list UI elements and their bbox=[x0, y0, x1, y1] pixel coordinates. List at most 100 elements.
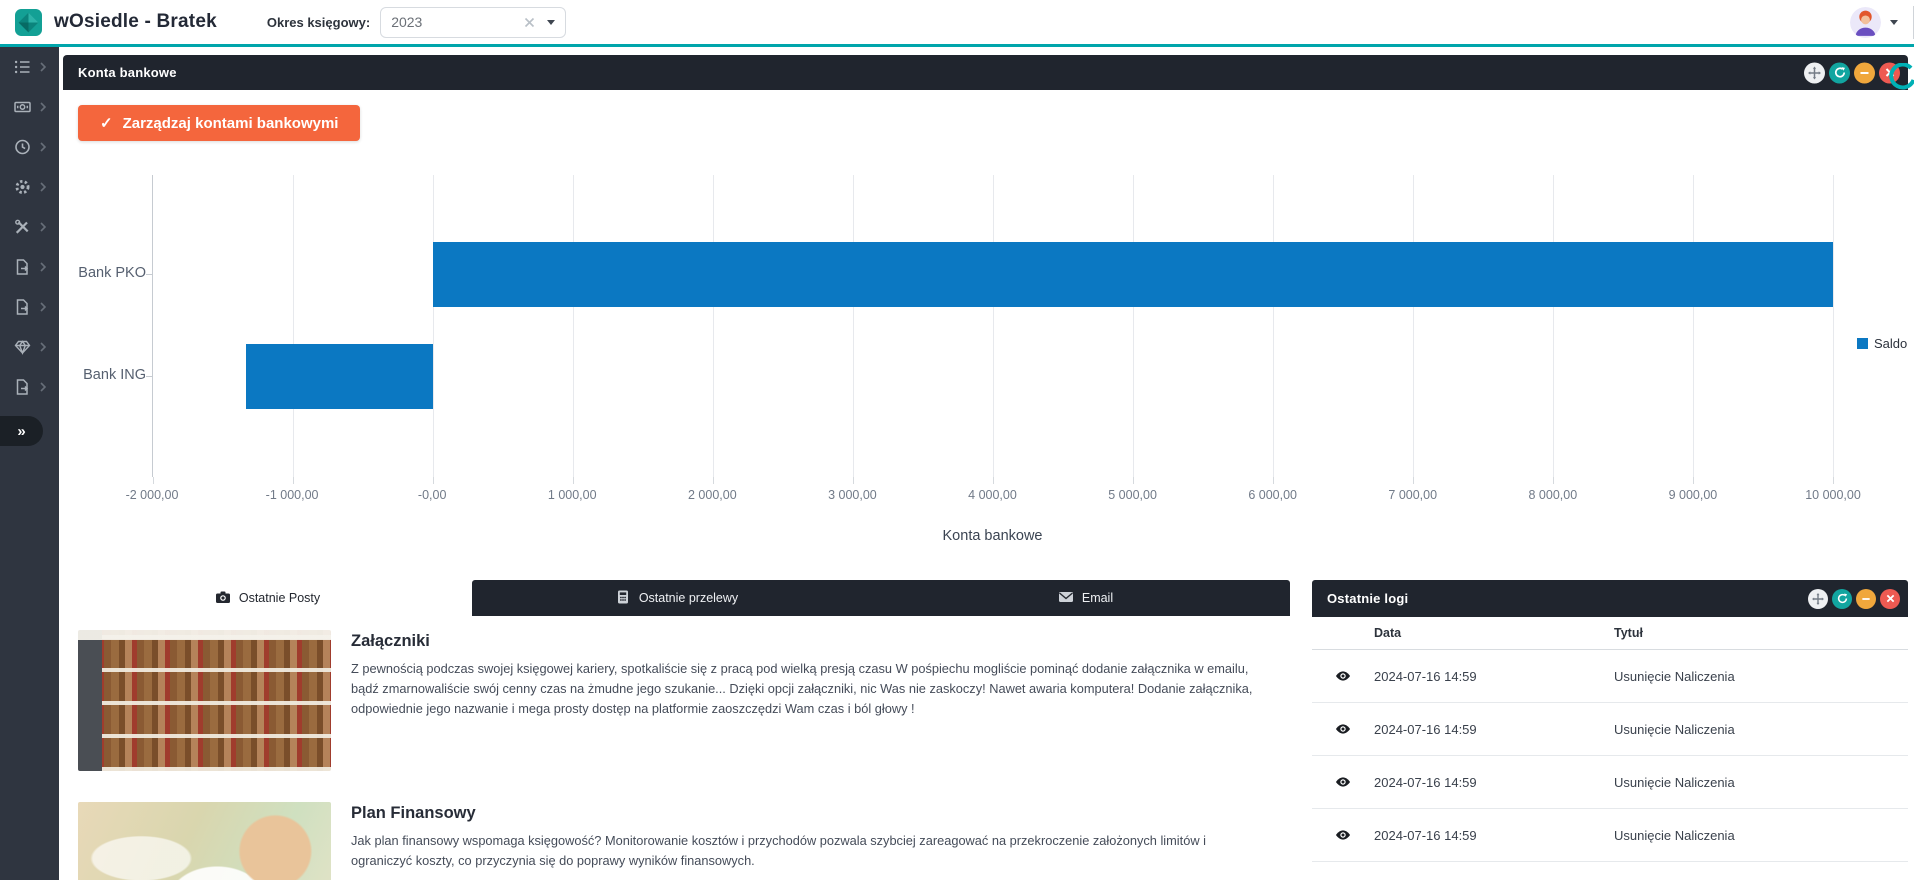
sidebar-item-export-documents[interactable] bbox=[0, 247, 59, 287]
minus-icon bbox=[1859, 67, 1870, 78]
file-export-icon bbox=[13, 378, 32, 396]
clear-icon[interactable] bbox=[524, 17, 535, 28]
envelope-icon bbox=[1058, 589, 1074, 608]
tab-label: Email bbox=[1082, 591, 1113, 605]
avatar[interactable] bbox=[1850, 7, 1881, 38]
gridline bbox=[1833, 175, 1834, 477]
refresh-icon bbox=[1834, 67, 1846, 79]
chevron-right-icon bbox=[39, 262, 47, 272]
sidebar-item-export-reports[interactable] bbox=[0, 287, 59, 327]
tab-ostatnie-posty[interactable]: Ostatnie Posty bbox=[63, 580, 472, 616]
eye-icon bbox=[1334, 669, 1352, 683]
table-row[interactable]: 2024-07-16 14:59 Usunięcie Naliczenia bbox=[1312, 650, 1908, 703]
post-text: Jak plan finansowy wspomaga księgowość? … bbox=[351, 831, 1269, 871]
sidebar: » bbox=[0, 47, 59, 880]
camera-icon bbox=[215, 589, 231, 608]
legend-swatch bbox=[1857, 338, 1868, 349]
sidebar-item-payments[interactable] bbox=[0, 87, 59, 127]
tab-email[interactable]: Email bbox=[881, 580, 1290, 616]
user-menu-chevron-icon[interactable] bbox=[1890, 20, 1898, 25]
manage-bank-accounts-label: Zarządzaj kontami bankowymi bbox=[123, 115, 339, 132]
post-title: Załączniki bbox=[351, 632, 1269, 651]
file-export-icon bbox=[13, 258, 32, 276]
view-log-button[interactable] bbox=[1334, 828, 1352, 842]
legend-label: Saldo bbox=[1874, 336, 1907, 351]
period-select[interactable]: 2023 bbox=[380, 7, 566, 38]
sidebar-item-premium[interactable] bbox=[0, 327, 59, 367]
move-icon bbox=[1812, 593, 1824, 605]
logs-table-header: Data Tytuł bbox=[1312, 617, 1908, 650]
sidebar-item-list[interactable] bbox=[0, 47, 59, 87]
column-header-data: Data bbox=[1374, 626, 1614, 640]
log-title: Usunięcie Naliczenia bbox=[1614, 828, 1908, 843]
minimize-button[interactable] bbox=[1854, 62, 1875, 83]
logs-panel-title: Ostatnie logi bbox=[1312, 591, 1408, 606]
chevron-right-icon bbox=[39, 102, 47, 112]
view-log-button[interactable] bbox=[1334, 775, 1352, 789]
manage-bank-accounts-button[interactable]: ✓ Zarządzaj kontami bankowymi bbox=[78, 105, 360, 141]
gridline bbox=[1133, 175, 1134, 477]
bar-bank-ing[interactable] bbox=[246, 344, 433, 409]
view-log-button[interactable] bbox=[1334, 669, 1352, 683]
sidebar-item-export-data[interactable] bbox=[0, 367, 59, 407]
table-row[interactable]: 2024-07-16 14:59 Usunięcie Naliczenia bbox=[1312, 809, 1908, 862]
move-button[interactable] bbox=[1804, 62, 1825, 83]
x-tick-label: 4 000,00 bbox=[928, 488, 1058, 502]
tools-icon bbox=[13, 218, 32, 236]
table-row[interactable]: 2024-07-16 14:59 Usunięcie Naliczenia bbox=[1312, 756, 1908, 809]
posts-list: Załączniki Z pewnością podczas swojej ks… bbox=[63, 630, 1290, 880]
chevron-down-icon[interactable] bbox=[547, 20, 555, 25]
chart-legend[interactable]: Saldo bbox=[1857, 336, 1907, 351]
category-tick bbox=[146, 274, 153, 275]
bank-panel-header: Konta bankowe bbox=[63, 55, 1908, 90]
log-title: Usunięcie Naliczenia bbox=[1614, 775, 1908, 790]
sidebar-item-history[interactable] bbox=[0, 127, 59, 167]
banknote-icon bbox=[13, 98, 32, 116]
move-icon bbox=[1808, 66, 1821, 79]
tab-ostatnie-przelewy[interactable]: Ostatnie przelewy bbox=[472, 580, 881, 616]
gridline bbox=[1553, 175, 1554, 477]
sidebar-item-tools[interactable] bbox=[0, 207, 59, 247]
post-item[interactable]: Plan Finansowy Jak plan finansowy wspoma… bbox=[78, 802, 1269, 880]
eye-icon bbox=[1334, 828, 1352, 842]
window-controls bbox=[1804, 62, 1900, 83]
x-tick-label: 9 000,00 bbox=[1628, 488, 1758, 502]
sidebar-collapse-button[interactable]: » bbox=[0, 416, 43, 446]
category-label: Bank PKO bbox=[64, 265, 146, 281]
table-row[interactable]: 2024-07-16 14:59 Usunięcie Naliczenia bbox=[1312, 703, 1908, 756]
x-tick-label: -0,00 bbox=[367, 488, 497, 502]
chevron-right-icon bbox=[39, 142, 47, 152]
x-tick-label: 2 000,00 bbox=[647, 488, 777, 502]
x-tick-label: -2 000,00 bbox=[87, 488, 217, 502]
move-button[interactable] bbox=[1808, 589, 1828, 609]
category-tick bbox=[146, 376, 153, 377]
chart-plot-area: Bank PKO Bank ING bbox=[152, 175, 1833, 477]
post-image bbox=[78, 630, 331, 771]
tab-label: Ostatnie przelewy bbox=[639, 591, 738, 605]
gridline bbox=[1693, 175, 1694, 477]
bar-bank-pko[interactable] bbox=[433, 242, 1833, 307]
log-date: 2024-07-16 14:59 bbox=[1374, 775, 1614, 790]
view-log-button[interactable] bbox=[1334, 722, 1352, 736]
log-title: Usunięcie Naliczenia bbox=[1614, 722, 1908, 737]
x-tick-label: 8 000,00 bbox=[1488, 488, 1618, 502]
gridline bbox=[293, 175, 294, 477]
x-tick-label: 5 000,00 bbox=[1068, 488, 1198, 502]
post-content: Plan Finansowy Jak plan finansowy wspoma… bbox=[351, 802, 1269, 880]
close-button[interactable] bbox=[1879, 62, 1900, 83]
post-item[interactable]: Załączniki Z pewnością podczas swojej ks… bbox=[78, 630, 1269, 771]
gridline bbox=[1413, 175, 1414, 477]
refresh-button[interactable] bbox=[1832, 589, 1852, 609]
close-button[interactable] bbox=[1880, 589, 1900, 609]
gridline bbox=[573, 175, 574, 477]
app-title: wOsiedle - Bratek bbox=[54, 11, 217, 33]
sidebar-item-settings[interactable] bbox=[0, 167, 59, 207]
eye-icon bbox=[1334, 775, 1352, 789]
chevron-right-icon bbox=[39, 342, 47, 352]
user-menu bbox=[1850, 7, 1898, 38]
logs-panel-header: Ostatnie logi bbox=[1312, 580, 1908, 617]
refresh-button[interactable] bbox=[1829, 62, 1850, 83]
list-icon bbox=[13, 58, 32, 76]
logs-panel: Ostatnie logi bbox=[1312, 580, 1908, 880]
minimize-button[interactable] bbox=[1856, 589, 1876, 609]
